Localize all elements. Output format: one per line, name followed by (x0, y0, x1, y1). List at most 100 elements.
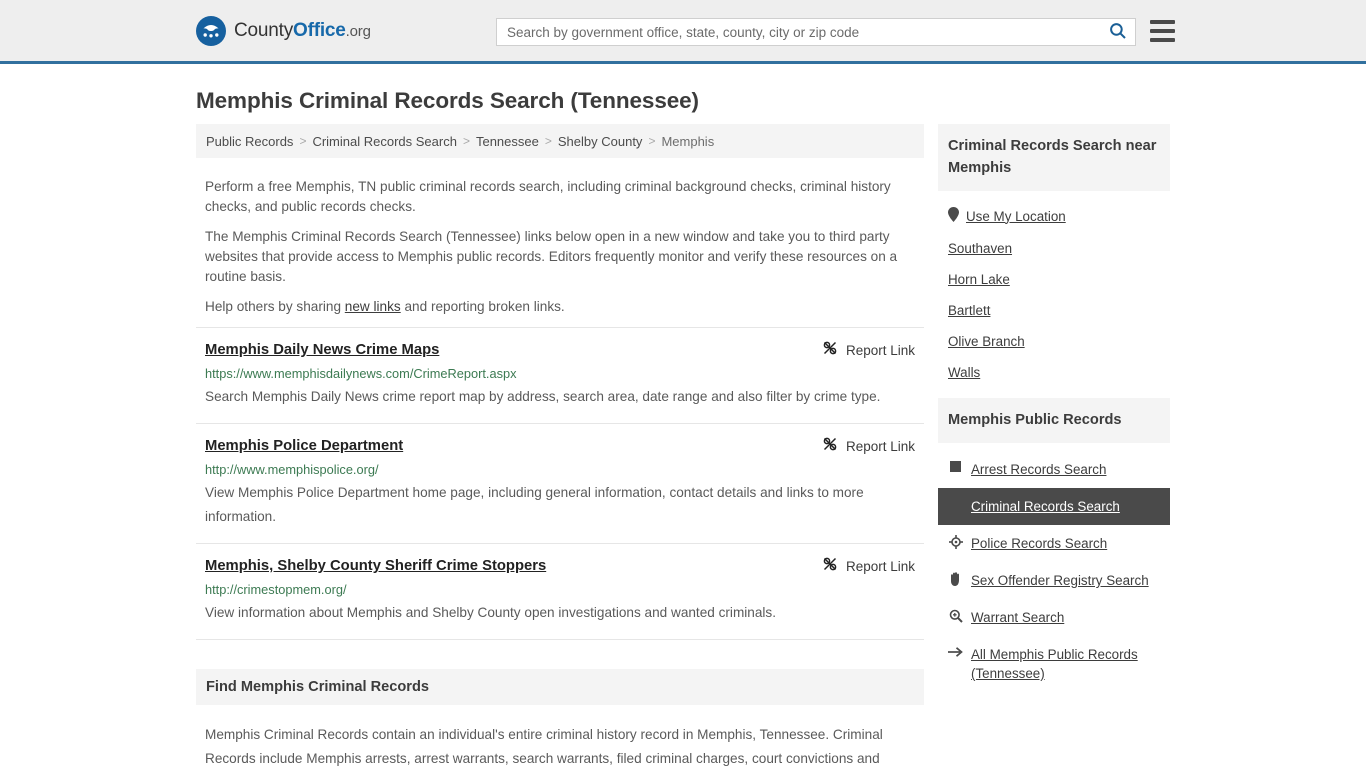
search-input[interactable] (497, 19, 1101, 45)
sidebar-item-police-records-search[interactable]: Police Records Search (938, 525, 1170, 562)
report-link-button[interactable]: Report Link (810, 340, 915, 361)
hamburger-bar (1150, 29, 1175, 33)
nearby-search-heading: Criminal Records Search near Memphis (938, 124, 1170, 191)
sidebar: Criminal Records Search near Memphis Use… (938, 124, 1170, 702)
sidebar-item-bartlett[interactable]: Bartlett (938, 295, 1170, 326)
sidebar-link-label[interactable]: Criminal Records Search (971, 497, 1120, 516)
sidebar-item-criminal-records-search[interactable]: Criminal Records Search (938, 488, 1170, 525)
sidebar-link-label[interactable]: Arrest Records Search (971, 460, 1106, 479)
resource-title-link[interactable]: Memphis Police Department (205, 436, 403, 456)
breadcrumb-separator: > (544, 134, 552, 148)
resource-url[interactable]: http://crimestopmem.org/ (205, 581, 915, 599)
intro-paragraph-2: The Memphis Criminal Records Search (Ten… (205, 229, 898, 284)
site-header: CountyOffice.org (0, 0, 1366, 64)
sidebar-item-warrant-search[interactable]: Warrant Search (938, 599, 1170, 636)
sidebar-link-label[interactable]: Police Records Search (971, 534, 1107, 553)
resource-description: View Memphis Police Department home page… (205, 485, 864, 524)
countyoffice-eagle-icon (196, 15, 226, 46)
intro-paragraph-3: Help others by sharing new links and rep… (205, 297, 915, 317)
intro-p3-before: Help others by sharing (205, 299, 345, 314)
sidebar-link-label[interactable]: Bartlett (948, 303, 990, 318)
find-records-body: Memphis Criminal Records contain an indi… (196, 705, 924, 768)
list-item: Memphis Police Department Report Link ht… (196, 424, 924, 544)
arrow-right-icon (948, 645, 963, 658)
resource-url[interactable]: https://www.memphisdailynews.com/CrimeRe… (205, 365, 915, 383)
resource-link-list: Memphis Daily News Crime Maps Report Lin… (196, 327, 924, 640)
breadcrumb-item-shelby-county[interactable]: Shelby County (558, 134, 643, 149)
broken-link-icon (822, 436, 838, 457)
sidebar-link-label[interactable]: Walls (948, 365, 980, 380)
breadcrumb: Public Records > Criminal Records Search… (196, 124, 924, 158)
page-title: Memphis Criminal Records Search (Tenness… (196, 88, 699, 113)
report-link-label: Report Link (845, 343, 915, 358)
sidebar-link-label[interactable]: Olive Branch (948, 334, 1025, 349)
sidebar-link-label[interactable]: All Memphis Public Records (Tennessee) (971, 645, 1160, 683)
broken-link-icon (822, 340, 838, 361)
hamburger-menu-icon[interactable] (1150, 20, 1175, 42)
sidebar-link-label[interactable]: Southaven (948, 241, 1012, 256)
breadcrumb-separator: > (462, 134, 470, 148)
breadcrumb-item-memphis: Memphis (661, 133, 715, 149)
public-records-list: Arrest Records Search Criminal Records S… (938, 443, 1170, 696)
intro-text: Perform a free Memphis, TN public crimin… (196, 177, 924, 317)
search-bar[interactable] (496, 18, 1136, 46)
sidebar-link-label[interactable]: Warrant Search (971, 608, 1064, 627)
magnifier-plus-icon (948, 608, 963, 623)
search-button[interactable] (1101, 19, 1135, 45)
report-link-label: Report Link (845, 559, 915, 574)
find-records-heading: Find Memphis Criminal Records (196, 669, 924, 705)
link-row: Memphis Police Department Report Link (205, 436, 915, 457)
site-logo[interactable]: CountyOffice.org (196, 15, 371, 46)
report-link-button[interactable]: Report Link (810, 556, 915, 577)
list-item: Memphis, Shelby County Sheriff Crime Sto… (196, 544, 924, 640)
sidebar-link-label[interactable]: Horn Lake (948, 272, 1010, 287)
sidebar-item-all-memphis-public-records[interactable]: All Memphis Public Records (Tennessee) (938, 636, 1170, 692)
resource-description: Search Memphis Daily News crime report m… (205, 389, 881, 404)
resource-description: View information about Memphis and Shelb… (205, 605, 777, 620)
find-records-paragraph: Memphis Criminal Records contain an indi… (205, 727, 883, 766)
resource-title-link[interactable]: Memphis Daily News Crime Maps (205, 340, 439, 360)
sidebar-link-label[interactable]: Sex Offender Registry Search (971, 571, 1149, 590)
brand-part-org: .org (345, 22, 371, 40)
broken-link-icon (822, 556, 838, 577)
brand-wordmark: CountyOffice.org (234, 20, 371, 42)
public-records-panel: Memphis Public Records Arrest Records Se… (938, 398, 1170, 696)
breadcrumb-item-tennessee[interactable]: Tennessee (476, 134, 539, 149)
new-links-link[interactable]: new links (345, 299, 401, 314)
intro-p3-after: and reporting broken links. (400, 299, 565, 314)
breadcrumb-separator: > (648, 134, 656, 148)
resource-title-link[interactable]: Memphis, Shelby County Sheriff Crime Sto… (205, 556, 546, 576)
breadcrumb-item-criminal-records-search[interactable]: Criminal Records Search (312, 134, 457, 149)
exclamation-icon (948, 497, 963, 512)
hamburger-bar (1150, 20, 1175, 24)
resource-url[interactable]: http://www.memphispolice.org/ (205, 461, 915, 479)
breadcrumb-item-public-records[interactable]: Public Records (206, 134, 293, 149)
search-icon (1109, 22, 1127, 43)
sidebar-item-olive-branch[interactable]: Olive Branch (938, 326, 1170, 357)
sidebar-item-arrest-records-search[interactable]: Arrest Records Search (938, 451, 1170, 488)
breadcrumb-separator: > (299, 134, 307, 148)
hand-icon (948, 571, 963, 586)
public-records-heading: Memphis Public Records (938, 398, 1170, 443)
sidebar-link-label[interactable]: Use My Location (966, 209, 1066, 224)
link-row: Memphis, Shelby County Sheriff Crime Sto… (205, 556, 915, 577)
map-pin-icon (948, 207, 959, 225)
fingerprint-card-glyph (950, 461, 961, 472)
intro-paragraph-1: Perform a free Memphis, TN public crimin… (205, 179, 891, 214)
report-link-button[interactable]: Report Link (810, 436, 915, 457)
sidebar-item-sex-offender-registry-search[interactable]: Sex Offender Registry Search (938, 562, 1170, 599)
brand-part-county: County (234, 19, 294, 41)
report-link-label: Report Link (845, 439, 915, 454)
police-badge-icon (948, 534, 963, 549)
hamburger-bar (1150, 38, 1175, 42)
sidebar-item-walls[interactable]: Walls (938, 357, 1170, 388)
sidebar-item-horn-lake[interactable]: Horn Lake (938, 264, 1170, 295)
main-content: Public Records > Criminal Records Search… (196, 124, 924, 768)
brand-part-office: Office (293, 19, 346, 41)
link-row: Memphis Daily News Crime Maps Report Lin… (205, 340, 915, 361)
nearby-search-list: Use My Location Southaven Horn Lake Bart… (938, 191, 1170, 392)
fingerprint-card-icon (948, 460, 963, 472)
sidebar-item-use-my-location[interactable]: Use My Location (938, 199, 1170, 233)
sidebar-item-southaven[interactable]: Southaven (938, 233, 1170, 264)
nearby-search-panel: Criminal Records Search near Memphis Use… (938, 124, 1170, 392)
